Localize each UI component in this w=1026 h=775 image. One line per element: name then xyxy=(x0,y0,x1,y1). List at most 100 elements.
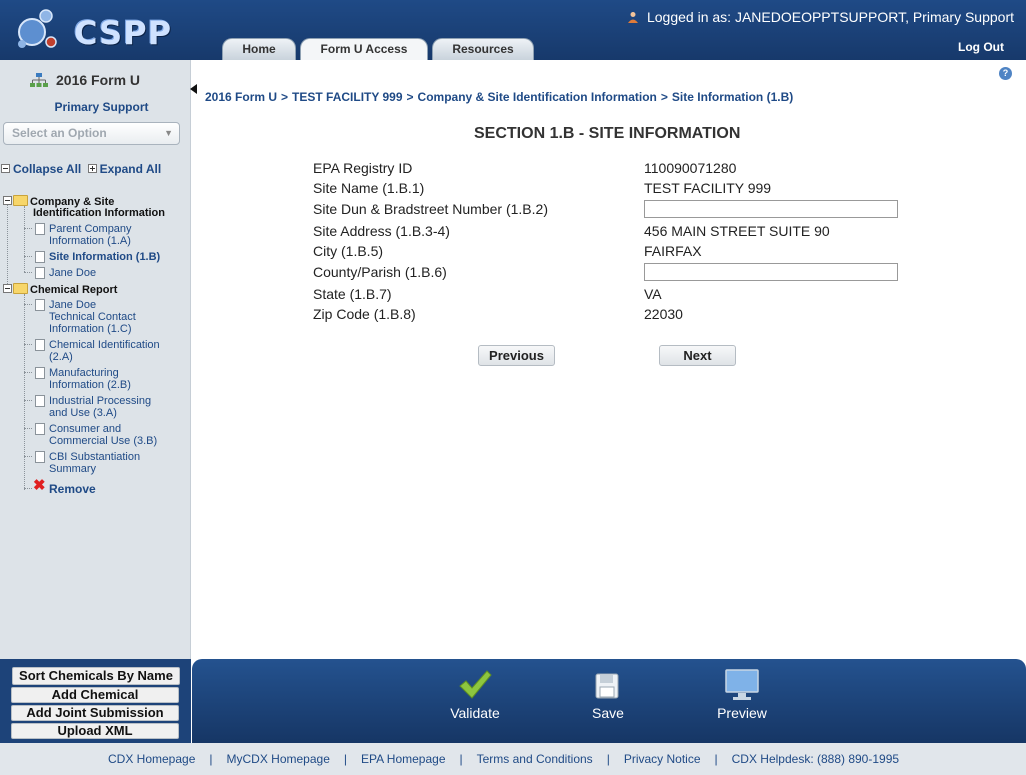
document-icon xyxy=(35,251,45,263)
footer-link-mycdx-homepage[interactable]: MyCDX Homepage xyxy=(227,752,330,766)
help-icon[interactable]: ? xyxy=(999,67,1012,80)
footer-link-cdx-homepage[interactable]: CDX Homepage xyxy=(108,752,195,766)
breadcrumb-link-facility[interactable]: TEST FACILITY 999 xyxy=(292,90,402,104)
next-button[interactable]: Next xyxy=(659,345,736,366)
folder-label: Chemical Report xyxy=(30,284,118,296)
role-label: Primary Support xyxy=(54,100,149,114)
logo-text: CSPP xyxy=(74,14,173,52)
footer-link-terms[interactable]: Terms and Conditions xyxy=(477,752,593,766)
checkmark-icon xyxy=(459,670,492,699)
tree-folder-chemical-report[interactable]: Chemical Report xyxy=(3,283,117,296)
breadcrumb: 2016 Form U > TEST FACILITY 999 > Company & … xyxy=(205,90,793,104)
tree-connector xyxy=(24,228,32,229)
tree-item-parent-company[interactable]: Parent Company Information (1.A) xyxy=(35,223,132,247)
tree-connector xyxy=(24,428,32,429)
expand-all-button[interactable]: Expand All xyxy=(87,162,162,176)
breadcrumb-link-form[interactable]: 2016 Form U xyxy=(205,90,277,104)
collapse-sidebar-icon[interactable] xyxy=(190,84,197,94)
save-button[interactable]: Save xyxy=(584,669,632,721)
tree-item-remove[interactable]: ✖ Remove xyxy=(33,478,96,495)
tree-item-label: Information (1.A) xyxy=(49,235,131,247)
expand-icon xyxy=(87,164,97,173)
tree-item-site-information[interactable]: Site Information (1.B) xyxy=(35,251,161,263)
tree-item-manufacturing[interactable]: Manufacturing Information (2.B) xyxy=(35,367,131,391)
label-state: State (1.B.7) xyxy=(313,286,392,302)
breadcrumb-separator: > xyxy=(281,90,289,104)
tree-item-technical-contact[interactable]: Jane Doe Technical Contact Information (… xyxy=(35,299,136,335)
user-icon xyxy=(628,12,639,23)
tree-item-consumer-commercial[interactable]: Consumer and Commercial Use (3.B) xyxy=(35,423,158,447)
tree-item-industrial-processing[interactable]: Industrial Processing and Use (3.A) xyxy=(35,395,151,419)
tree-item-label: Consumer and xyxy=(49,423,122,435)
tree-connector xyxy=(24,304,32,305)
tree-item-label: Information (2.B) xyxy=(49,379,131,391)
value-site-name: TEST FACILITY 999 xyxy=(644,180,772,196)
footer-separator: | xyxy=(343,752,347,766)
sidebar-title: 2016 Form U xyxy=(30,72,140,88)
floppy-disk-icon xyxy=(595,673,619,699)
tree-item-cbi-summary[interactable]: CBI Substantiation Summary xyxy=(35,451,140,475)
form-year-title: 2016 Form U xyxy=(56,72,141,88)
tab-resources[interactable]: Resources xyxy=(432,38,534,60)
breadcrumb-separator: > xyxy=(406,90,414,104)
document-icon xyxy=(35,339,45,351)
tab-form-u-access[interactable]: Form U Access xyxy=(300,38,428,60)
footer-link-helpdesk[interactable]: CDX Helpdesk: (888) 890-1995 xyxy=(732,752,899,766)
tree-item-jane-doe[interactable]: Jane Doe xyxy=(35,267,96,279)
tree-item-label: Summary xyxy=(49,463,97,475)
tree-connector xyxy=(24,488,32,489)
collapse-all-button[interactable]: Collapse All xyxy=(1,162,81,176)
tree-item-label: Site Information (1.B) xyxy=(49,251,161,263)
tree-item-chemical-identification[interactable]: Chemical Identification (2.A) xyxy=(35,339,160,363)
document-icon xyxy=(35,367,45,379)
label-county: County/Parish (1.B.6) xyxy=(313,264,447,280)
tab-home[interactable]: Home xyxy=(222,38,296,60)
tree-connector xyxy=(24,206,25,272)
folder-collapse-icon xyxy=(3,196,12,205)
tree-item-label: Commercial Use (3.B) xyxy=(49,435,158,447)
folder-label: Identification Information xyxy=(33,207,165,219)
monitor-icon xyxy=(725,669,759,700)
tree-item-label: Chemical Identification xyxy=(49,339,160,351)
tree-item-label: Parent Company xyxy=(49,223,132,235)
tree-connector xyxy=(24,272,32,273)
footer-link-epa-homepage[interactable]: EPA Homepage xyxy=(361,752,446,766)
breadcrumb-link-company[interactable]: Company & Site Identification Informatio… xyxy=(418,90,657,104)
add-chemical-button[interactable]: Add Chemical xyxy=(11,687,179,703)
label-city: City (1.B.5) xyxy=(313,243,384,259)
previous-button[interactable]: Previous xyxy=(478,345,555,366)
tree-connector xyxy=(24,344,32,345)
tree-connector xyxy=(24,456,32,457)
tree-connector xyxy=(24,256,32,257)
value-city: FAIRFAX xyxy=(644,243,702,259)
footer-separator: | xyxy=(209,752,213,766)
tree-controls: Collapse All Expand All xyxy=(1,162,161,176)
breadcrumb-separator: > xyxy=(660,90,668,104)
org-tree-icon xyxy=(30,73,48,87)
option-select[interactable]: Select an Option ▼ xyxy=(3,122,180,145)
folder-icon xyxy=(13,195,28,206)
breadcrumb-current: Site Information (1.B) xyxy=(671,90,794,104)
validate-button[interactable]: Validate xyxy=(442,669,508,721)
sort-chemicals-button[interactable]: Sort Chemicals By Name xyxy=(12,667,180,685)
logout-link[interactable]: Log Out xyxy=(958,40,1004,54)
upload-xml-button[interactable]: Upload XML xyxy=(11,723,179,739)
expand-all-label: Expand All xyxy=(99,162,162,176)
footer-separator: | xyxy=(459,752,463,766)
preview-label: Preview xyxy=(717,705,767,721)
footer-link-privacy[interactable]: Privacy Notice xyxy=(624,752,701,766)
preview-button[interactable]: Preview xyxy=(712,669,772,721)
value-epa-registry-id: 110090071280 xyxy=(644,160,737,176)
tree-item-label: and Use (3.A) xyxy=(49,407,117,419)
add-joint-submission-button[interactable]: Add Joint Submission xyxy=(11,705,179,721)
county-input[interactable] xyxy=(644,263,898,281)
tree-connector xyxy=(24,294,25,490)
document-icon xyxy=(35,267,45,279)
chevron-down-icon: ▼ xyxy=(164,128,173,138)
document-icon xyxy=(35,395,45,407)
footer-links: CDX Homepage | MyCDX Homepage | EPA Homepage… xyxy=(108,752,899,766)
tree-item-label: (2.A) xyxy=(49,351,73,363)
label-epa-registry-id: EPA Registry ID xyxy=(313,160,413,176)
app-header: CSPP Logged in as: JANEDOEOPPTSUPPORT, P… xyxy=(0,0,1026,60)
site-duns-input[interactable] xyxy=(644,200,898,218)
